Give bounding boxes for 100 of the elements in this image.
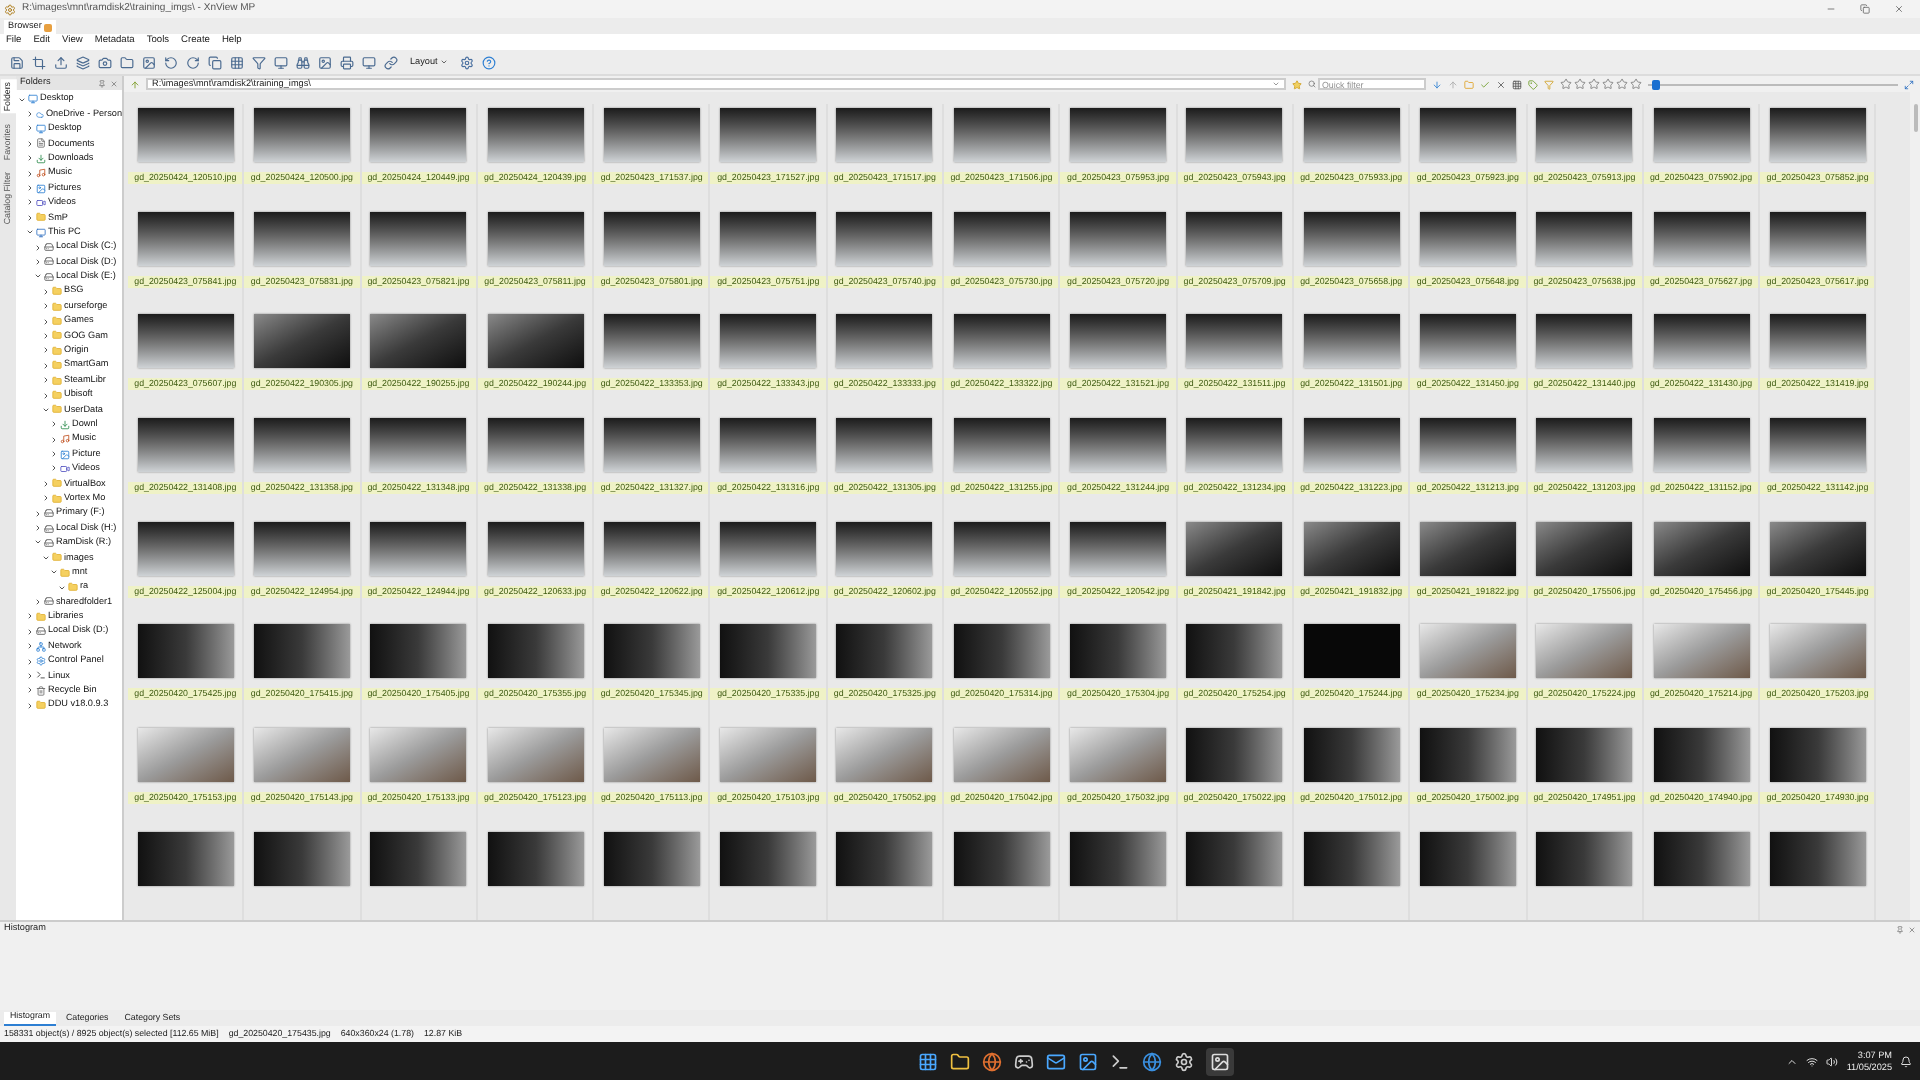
photo-placeholder[interactable]: [1070, 521, 1167, 576]
photo-placeholder[interactable]: [1536, 728, 1633, 783]
photo-placeholder[interactable]: [370, 314, 467, 369]
photo-placeholder[interactable]: [1303, 728, 1400, 783]
photo-placeholder[interactable]: [603, 108, 700, 162]
photo-placeholder[interactable]: [1419, 418, 1516, 473]
photo-placeholder[interactable]: [1186, 521, 1283, 576]
photo-placeholder[interactable]: [1653, 521, 1749, 576]
photo-placeholder[interactable]: [253, 624, 350, 679]
photo-placeholder[interactable]: [720, 314, 817, 369]
photo-placeholder[interactable]: [1769, 211, 1866, 266]
photo-placeholder[interactable]: [953, 521, 1050, 576]
photo-placeholder[interactable]: [1186, 314, 1283, 369]
photo-placeholder[interactable]: [836, 521, 933, 576]
photo-placeholder[interactable]: [1070, 624, 1167, 679]
photo-placeholder[interactable]: [487, 521, 584, 576]
photo-placeholder[interactable]: [1536, 108, 1633, 162]
photo-placeholder[interactable]: [1303, 211, 1400, 266]
photo-placeholder[interactable]: [1186, 108, 1283, 162]
photo-placeholder[interactable]: [836, 211, 933, 266]
gamepad-icon[interactable]: [1014, 1051, 1034, 1071]
photo-placeholder[interactable]: [1186, 211, 1283, 266]
photo-placeholder[interactable]: [953, 418, 1050, 473]
photo-placeholder[interactable]: [1653, 314, 1749, 369]
photo-placeholder[interactable]: [953, 314, 1050, 369]
photo-placeholder[interactable]: [487, 108, 584, 162]
photo-placeholder[interactable]: [1070, 418, 1167, 473]
link-icon[interactable]: [384, 55, 398, 69]
photo-placeholder[interactable]: [1536, 418, 1633, 473]
restore-icon[interactable]: [1860, 4, 1870, 14]
photo-placeholder[interactable]: [953, 624, 1050, 679]
star-icon[interactable]: [1292, 79, 1302, 89]
thumbnail-size-slider[interactable]: [1648, 79, 1898, 89]
photo-placeholder[interactable]: [1536, 314, 1633, 369]
photo-placeholder[interactable]: [1419, 728, 1516, 783]
slider-thumb[interactable]: [1651, 79, 1660, 89]
photo-placeholder[interactable]: [720, 418, 817, 473]
photo-placeholder[interactable]: [1303, 624, 1400, 679]
globe-icon[interactable]: [1142, 1051, 1162, 1071]
photo-placeholder[interactable]: [1419, 108, 1516, 162]
photo-placeholder[interactable]: [836, 418, 933, 473]
photo-placeholder[interactable]: [836, 624, 933, 679]
rating-stars[interactable]: [1560, 78, 1642, 90]
photo-placeholder[interactable]: [487, 418, 584, 473]
save-icon[interactable]: [10, 55, 24, 69]
photo-placeholder[interactable]: [1303, 108, 1400, 162]
photo-placeholder[interactable]: [1186, 418, 1283, 473]
photo-placeholder[interactable]: [137, 314, 234, 369]
globe-icon[interactable]: [982, 1051, 1002, 1071]
folder-icon[interactable]: [120, 55, 134, 69]
photo-placeholder[interactable]: [253, 108, 350, 162]
photo-placeholder[interactable]: [603, 624, 700, 679]
speaker-icon[interactable]: [1826, 1055, 1839, 1067]
photo-placeholder[interactable]: [953, 831, 1050, 886]
photo-placeholder[interactable]: [1186, 728, 1283, 783]
settings-icon[interactable]: [459, 55, 474, 69]
photo-placeholder[interactable]: [603, 521, 700, 576]
chevron-up-icon[interactable]: [1786, 1055, 1799, 1067]
grid-icon[interactable]: [230, 55, 244, 69]
photo-placeholder[interactable]: [1186, 831, 1283, 886]
photo-placeholder[interactable]: [1653, 831, 1749, 886]
photo-placeholder[interactable]: [1769, 418, 1866, 473]
upload-icon[interactable]: [54, 55, 68, 69]
expand-icon[interactable]: [1904, 79, 1914, 89]
photo-placeholder[interactable]: [603, 831, 700, 886]
photo-placeholder[interactable]: [137, 211, 234, 266]
photo-placeholder[interactable]: [720, 211, 817, 266]
photo-placeholder[interactable]: [1186, 624, 1283, 679]
photo-placeholder[interactable]: [836, 108, 933, 162]
photo-placeholder[interactable]: [720, 108, 817, 162]
photo-placeholder[interactable]: [487, 624, 584, 679]
start-icon[interactable]: [918, 1051, 938, 1071]
photo-placeholder[interactable]: [1419, 211, 1516, 266]
photo-placeholder[interactable]: [836, 831, 933, 886]
photo-placeholder[interactable]: [137, 521, 234, 576]
copy-icon[interactable]: [208, 55, 222, 69]
photo-placeholder[interactable]: [370, 521, 467, 576]
photo-placeholder[interactable]: [1419, 831, 1516, 886]
photo-placeholder[interactable]: [836, 314, 933, 369]
photo-placeholder[interactable]: [370, 418, 467, 473]
terminal-icon[interactable]: [1110, 1051, 1130, 1071]
down-arrow-icon[interactable]: [1432, 79, 1442, 89]
check-icon[interactable]: [1480, 79, 1490, 89]
photo-placeholder[interactable]: [720, 521, 817, 576]
network-icon[interactable]: [1806, 1055, 1819, 1067]
monitor-icon[interactable]: [274, 55, 288, 69]
photo-placeholder[interactable]: [1536, 521, 1633, 576]
photo-placeholder[interactable]: [137, 831, 234, 886]
filter-icon[interactable]: [252, 55, 266, 69]
photo-placeholder[interactable]: [1536, 211, 1633, 266]
help-icon[interactable]: [481, 55, 496, 69]
picture-icon[interactable]: [318, 55, 332, 69]
photo-placeholder[interactable]: [1769, 521, 1866, 576]
mail-icon[interactable]: [1046, 1051, 1066, 1071]
camera-icon[interactable]: [98, 55, 112, 69]
photo-placeholder[interactable]: [1303, 831, 1400, 886]
photo-placeholder[interactable]: [603, 211, 700, 266]
photo-placeholder[interactable]: [1769, 108, 1866, 162]
photo-placeholder[interactable]: [720, 831, 817, 886]
picture-icon[interactable]: [142, 55, 156, 69]
